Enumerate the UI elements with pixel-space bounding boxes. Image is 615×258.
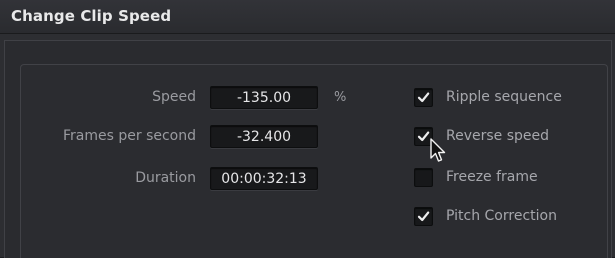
freeze-frame-label[interactable]: Freeze frame [446, 169, 538, 185]
speed-input[interactable]: -135.00 [210, 86, 318, 109]
change-clip-speed-dialog: Change Clip Speed Speed -135.00 % Frames… [0, 0, 615, 258]
dialog-titlebar[interactable]: Change Clip Speed [0, 0, 615, 34]
pitch-correction-label[interactable]: Pitch Correction [446, 208, 557, 224]
speed-label: Speed [152, 89, 196, 105]
fps-input[interactable]: -32.400 [210, 125, 318, 148]
fps-label: Frames per second [63, 128, 196, 144]
dialog-title: Change Clip Speed [11, 7, 172, 25]
check-icon [417, 92, 430, 103]
check-icon [417, 211, 430, 222]
mouse-pointer-icon [430, 138, 446, 162]
duration-label: Duration [135, 170, 196, 186]
duration-input[interactable]: 00:00:32:13 [210, 167, 318, 190]
reverse-speed-label[interactable]: Reverse speed [446, 128, 549, 144]
ripple-sequence-label[interactable]: Ripple sequence [446, 89, 562, 105]
pitch-correction-checkbox[interactable] [414, 207, 433, 226]
ripple-sequence-checkbox[interactable] [414, 88, 433, 107]
speed-unit: % [334, 90, 347, 105]
freeze-frame-checkbox[interactable] [414, 168, 433, 187]
